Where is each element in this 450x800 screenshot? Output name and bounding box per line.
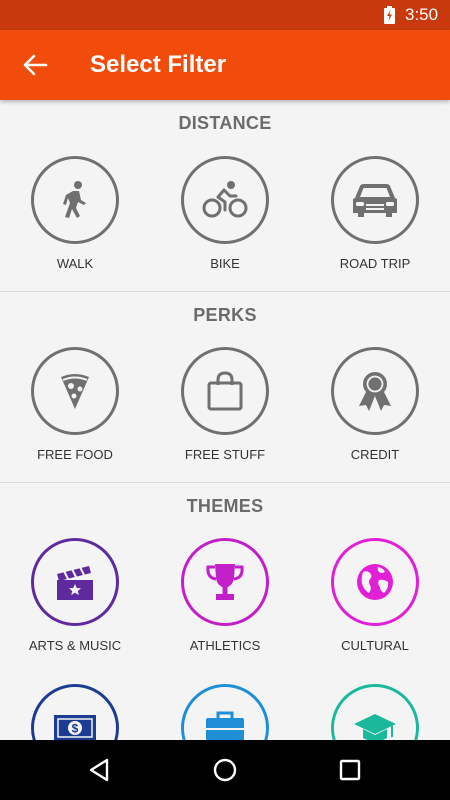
filter-circle — [331, 347, 419, 435]
award-ribbon-icon — [359, 372, 391, 411]
app-bar: Select Filter — [0, 30, 450, 100]
filter-label: CREDIT — [350, 447, 400, 462]
filter-label: ATHLETICS — [189, 638, 261, 653]
home-circle-icon[interactable] — [210, 755, 240, 785]
trophy-icon — [206, 564, 244, 600]
walk-icon — [63, 181, 86, 218]
briefcase-icon — [206, 711, 244, 740]
filter-label: ROAD TRIP — [339, 256, 411, 271]
status-time: 3:50 — [405, 5, 439, 24]
section-title-distance: DISTANCE — [178, 113, 272, 133]
filter-circle: $ — [31, 684, 119, 740]
filter-circle — [31, 538, 119, 626]
filter-label: WALK — [56, 256, 94, 271]
filter-circle — [181, 347, 269, 435]
filter-circle — [331, 538, 419, 626]
globe-icon — [357, 564, 393, 600]
money-icon: $ — [54, 715, 96, 740]
page-title: Select Filter — [90, 51, 227, 78]
filter-circle — [331, 684, 419, 740]
car-icon — [353, 184, 397, 217]
bike-icon — [202, 181, 248, 218]
filter-label: FREE FOOD — [37, 447, 113, 462]
filter-label: CULTURAL — [341, 638, 409, 653]
back-arrow-icon[interactable] — [22, 53, 48, 77]
section-divider — [0, 291, 450, 292]
filter-circle — [331, 156, 419, 244]
svg-text:$: $ — [72, 722, 79, 736]
graduation-cap-icon — [354, 714, 396, 740]
section-title-themes: THEMES — [186, 496, 264, 516]
filter-list[interactable]: DISTANCE WALK BIKE ROAD TRIP PERKS FREE … — [0, 100, 450, 740]
recents-square-icon[interactable] — [335, 755, 365, 785]
filter-circle — [181, 538, 269, 626]
shopping-bag-icon — [207, 371, 243, 411]
filter-label: FREE STUFF — [184, 447, 266, 462]
status-bar: 3:50 — [0, 0, 450, 30]
filter-circle — [181, 156, 269, 244]
navigation-bar — [0, 740, 450, 800]
filter-label: ARTS & MUSIC — [28, 638, 122, 653]
battery-charging-icon — [384, 6, 395, 24]
back-triangle-icon[interactable] — [85, 755, 115, 785]
section-title-perks: PERKS — [193, 305, 257, 325]
filter-circle — [31, 347, 119, 435]
pizza-icon — [61, 374, 89, 409]
filter-label: BIKE — [210, 256, 240, 271]
clapperboard-icon — [57, 566, 93, 600]
filter-circle — [31, 156, 119, 244]
filter-circle — [181, 684, 269, 740]
section-divider — [0, 482, 450, 483]
